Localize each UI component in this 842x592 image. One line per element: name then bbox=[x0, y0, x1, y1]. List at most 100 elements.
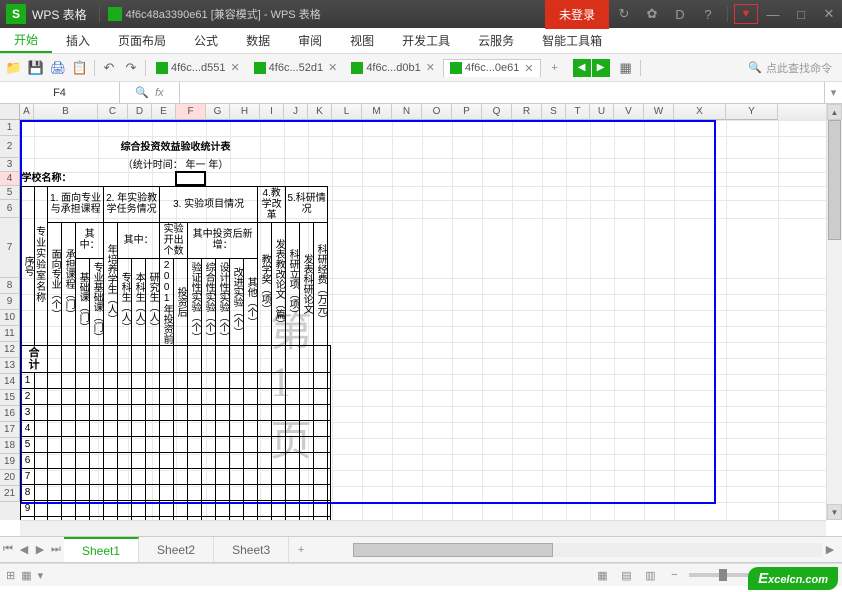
col-header[interactable]: D bbox=[128, 104, 152, 120]
row-header[interactable]: 15 bbox=[0, 390, 20, 406]
cell-reference[interactable]: F4 bbox=[0, 82, 120, 103]
col-header[interactable]: S bbox=[542, 104, 566, 120]
menu-data[interactable]: 数据 bbox=[232, 28, 284, 53]
sheet-next-icon[interactable]: ▶ bbox=[32, 537, 48, 562]
save-icon[interactable]: 💾 bbox=[26, 58, 46, 78]
row-header[interactable]: 6 bbox=[0, 200, 20, 218]
col-header[interactable]: T bbox=[566, 104, 590, 120]
doc-tab[interactable]: 4f6c...d551✕ bbox=[150, 59, 246, 76]
col-header[interactable]: C bbox=[98, 104, 128, 120]
col-header[interactable]: X bbox=[674, 104, 726, 120]
sheet-tab[interactable]: Sheet1 bbox=[64, 537, 139, 562]
menu-review[interactable]: 审阅 bbox=[284, 28, 336, 53]
sheet-tab[interactable]: Sheet2 bbox=[139, 537, 214, 562]
col-header[interactable]: M bbox=[362, 104, 392, 120]
search-placeholder[interactable]: 点此查找命令 bbox=[766, 60, 832, 76]
tab-close-icon[interactable]: ✕ bbox=[524, 62, 533, 75]
redo-icon[interactable]: ↷ bbox=[121, 58, 141, 78]
add-sheet-icon[interactable]: + bbox=[289, 537, 313, 562]
zoom-thumb[interactable] bbox=[719, 569, 727, 581]
view-normal-icon[interactable]: ▦ bbox=[593, 567, 611, 583]
col-header[interactable]: A bbox=[20, 104, 34, 120]
col-header[interactable]: L bbox=[332, 104, 362, 120]
menu-smart-tools[interactable]: 智能工具箱 bbox=[528, 28, 616, 53]
doc-tab[interactable]: 4f6c...52d1✕ bbox=[248, 59, 344, 76]
grid[interactable]: 第 1 页 综合投资效益验收统计表（统计时间： 年一 年）学校名称：序号专业实验… bbox=[20, 120, 826, 520]
tab-close-icon[interactable]: ✕ bbox=[426, 61, 435, 74]
col-header[interactable]: Q bbox=[482, 104, 512, 120]
row-header[interactable]: 8 bbox=[0, 278, 20, 294]
row-header[interactable]: 7 bbox=[0, 218, 20, 278]
row-header[interactable]: 9 bbox=[0, 294, 20, 310]
minimize-icon[interactable]: — bbox=[760, 0, 786, 28]
open-icon[interactable]: 📁 bbox=[4, 58, 24, 78]
scroll-up-icon[interactable]: ▲ bbox=[827, 104, 842, 120]
status-dropdown-icon[interactable]: ▾ bbox=[38, 569, 44, 582]
list-icon[interactable]: ▦ bbox=[616, 58, 636, 78]
col-header[interactable]: I bbox=[260, 104, 284, 120]
settings-icon[interactable]: ✿ bbox=[639, 0, 665, 28]
scroll-thumb[interactable] bbox=[828, 120, 841, 240]
search-fx-icon[interactable]: 🔍 bbox=[135, 86, 149, 99]
menu-devtools[interactable]: 开发工具 bbox=[388, 28, 464, 53]
col-header[interactable]: F bbox=[176, 104, 206, 120]
col-header[interactable]: R bbox=[512, 104, 542, 120]
sheet-last-icon[interactable]: ⏭ bbox=[48, 537, 64, 562]
doc-tab[interactable]: 4f6c...d0b1✕ bbox=[345, 59, 441, 76]
row-header[interactable]: 14 bbox=[0, 374, 20, 390]
fx-icon[interactable]: fx bbox=[155, 87, 164, 99]
arrow-down-box[interactable]: ▼ bbox=[734, 4, 758, 24]
print-icon[interactable]: 🖨 bbox=[48, 58, 68, 78]
col-header[interactable]: H bbox=[230, 104, 260, 120]
hscroll-thumb[interactable] bbox=[353, 543, 553, 557]
login-button[interactable]: 未登录 bbox=[545, 0, 609, 29]
col-header[interactable]: N bbox=[392, 104, 422, 120]
sheet-prev-icon[interactable]: ◀ bbox=[16, 537, 32, 562]
maximize-icon[interactable]: □ bbox=[788, 0, 814, 28]
tab-close-icon[interactable]: ✕ bbox=[328, 61, 337, 74]
row-header[interactable]: 12 bbox=[0, 342, 20, 358]
row-header[interactable]: 11 bbox=[0, 326, 20, 342]
d-icon[interactable]: D bbox=[667, 0, 693, 28]
sheet-tab[interactable]: Sheet3 bbox=[214, 537, 289, 562]
row-header[interactable]: 10 bbox=[0, 310, 20, 326]
scroll-down-icon[interactable]: ▼ bbox=[827, 504, 842, 520]
tab-next-icon[interactable]: ▶ bbox=[592, 59, 610, 77]
menu-page-layout[interactable]: 页面布局 bbox=[104, 28, 180, 53]
col-header[interactable]: B bbox=[34, 104, 98, 120]
col-header[interactable]: U bbox=[590, 104, 614, 120]
row-header[interactable]: 2 bbox=[0, 136, 20, 158]
search-icon[interactable]: 🔍 bbox=[748, 61, 762, 74]
row-header[interactable]: 21 bbox=[0, 486, 20, 502]
sync-icon[interactable]: ↻ bbox=[611, 0, 637, 28]
menu-start[interactable]: 开始 bbox=[0, 28, 52, 53]
formula-input[interactable] bbox=[180, 82, 824, 103]
col-header[interactable]: P bbox=[452, 104, 482, 120]
add-tab-icon[interactable]: + bbox=[543, 62, 567, 74]
tab-close-icon[interactable]: ✕ bbox=[230, 61, 239, 74]
menu-cloud[interactable]: 云服务 bbox=[464, 28, 528, 53]
undo-icon[interactable]: ↶ bbox=[99, 58, 119, 78]
row-header[interactable]: 1 bbox=[0, 120, 20, 136]
tab-prev-icon[interactable]: ◀ bbox=[573, 59, 591, 77]
row-header[interactable]: 5 bbox=[0, 186, 20, 200]
col-header[interactable]: G bbox=[206, 104, 230, 120]
view-page-icon[interactable]: ▤ bbox=[617, 567, 635, 583]
col-header[interactable]: J bbox=[284, 104, 308, 120]
row-header[interactable]: 4 bbox=[0, 172, 20, 186]
col-header[interactable]: K bbox=[308, 104, 332, 120]
help-icon[interactable]: ? bbox=[695, 0, 721, 28]
row-header[interactable]: 20 bbox=[0, 470, 20, 486]
sheet-first-icon[interactable]: ⏮ bbox=[0, 537, 16, 562]
doc-tab-active[interactable]: 4f6c...0e61✕ bbox=[443, 59, 541, 77]
vertical-scrollbar[interactable]: ▲ ▼ bbox=[826, 104, 842, 520]
row-header[interactable]: 17 bbox=[0, 422, 20, 438]
col-header[interactable]: E bbox=[152, 104, 176, 120]
expand-fx-icon[interactable]: ▾ bbox=[824, 82, 842, 103]
col-header[interactable]: O bbox=[422, 104, 452, 120]
print-preview-icon[interactable]: 📋 bbox=[70, 58, 90, 78]
view-break-icon[interactable]: ▥ bbox=[641, 567, 659, 583]
select-all-corner[interactable] bbox=[0, 104, 20, 120]
row-header[interactable]: 18 bbox=[0, 438, 20, 454]
col-header[interactable]: Y bbox=[726, 104, 778, 120]
